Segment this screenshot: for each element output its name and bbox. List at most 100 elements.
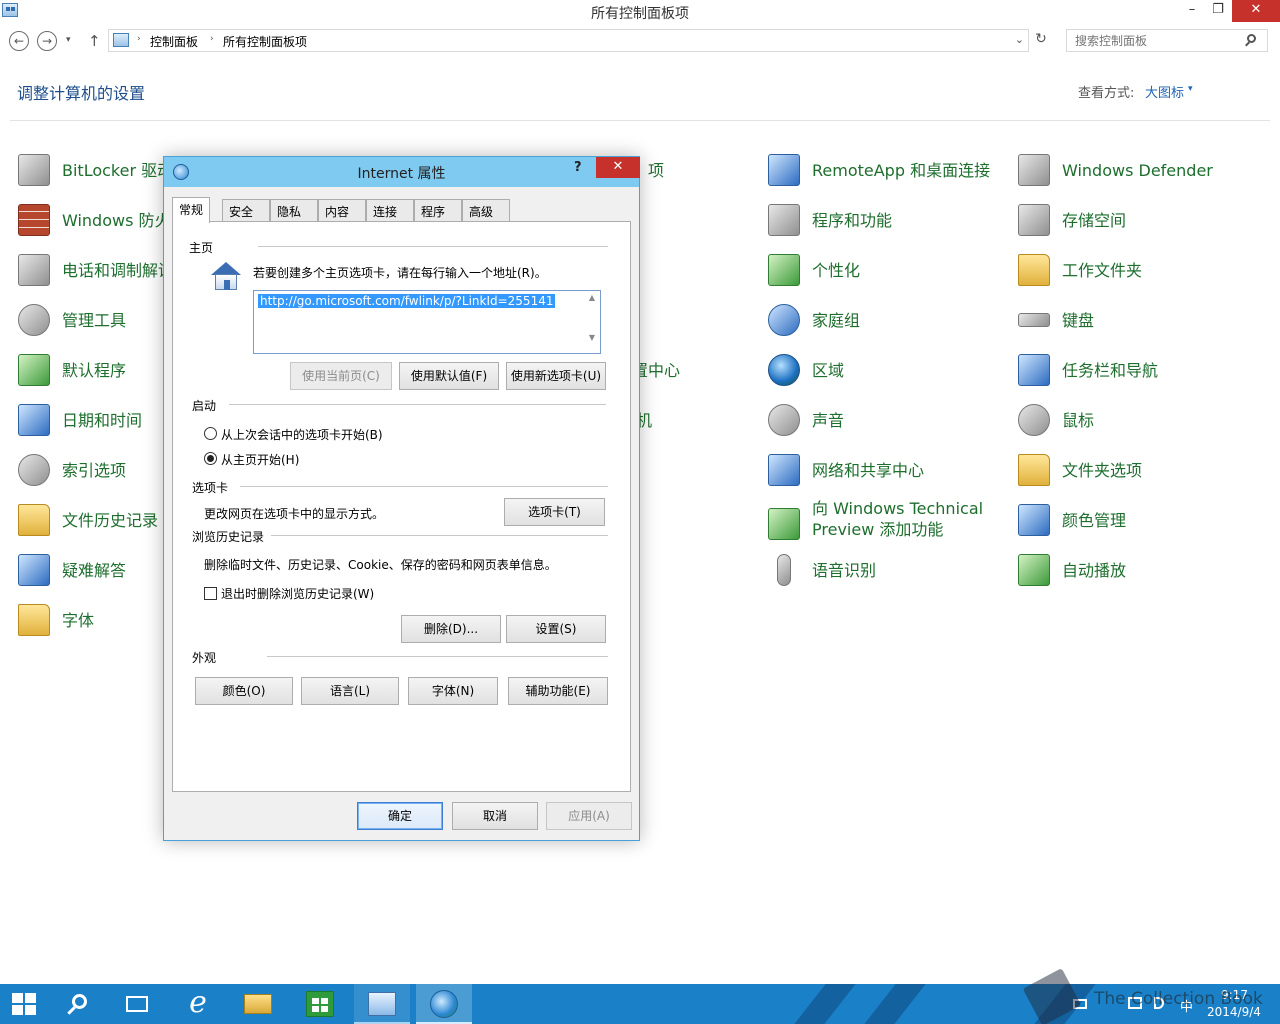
cp-item-label[interactable]: 语音识别 [812,560,876,581]
tab-advanced[interactable]: 高级 [462,199,510,221]
cp-item-label[interactable]: Preview 添加功能 [812,519,983,540]
cp-item-mouse[interactable]: 鼠标 [1018,398,1094,442]
cp-item-label[interactable]: BitLocker 驱动 [62,160,173,181]
cp-item-label[interactable]: RemoteApp 和桌面连接 [812,160,990,181]
dialog-titlebar[interactable]: Internet 属性 ? ✕ [164,157,640,187]
breadcrumb-control-panel[interactable]: 控制面板 [150,33,198,50]
fonts-button[interactable]: 字体(N) [408,677,498,705]
cp-item-label[interactable]: 文件历史记录 [62,510,158,531]
breadcrumb-all-items[interactable]: 所有控制面板项 [223,33,307,50]
up-button[interactable]: ↑ [88,32,101,50]
cp-item-label[interactable]: 日期和时间 [62,410,142,431]
cp-item-label[interactable]: Windows Defender [1062,160,1213,181]
cp-item-windows-firewall[interactable]: Windows 防火 [18,198,171,242]
maximize-button[interactable]: ❐ [1206,0,1230,22]
cp-item-work-folders[interactable]: 工作文件夹 [1018,248,1142,292]
tabs-settings-button[interactable]: 选项卡(T) [504,498,605,526]
breadcrumb-separator[interactable]: › [210,34,214,44]
cp-item-remoteapp[interactable]: RemoteApp 和桌面连接 [768,148,990,192]
cp-item-fonts[interactable]: 字体 [18,598,94,642]
taskbar-search-button[interactable] [52,984,108,1024]
back-button[interactable]: ← [9,31,29,51]
cp-item-add-features[interactable]: 向 Windows Technical Preview 添加功能 [768,498,983,548]
apply-button[interactable]: 应用(A) [546,802,632,830]
cp-item-label[interactable]: 电话和调制解调 [62,260,174,281]
task-view-button[interactable] [110,984,166,1024]
cp-item-keyboard[interactable]: 键盘 [1018,298,1094,342]
cp-item-label[interactable]: 程序和功能 [812,210,892,231]
cp-item-label[interactable]: 字体 [62,610,94,631]
cp-item-color-management[interactable]: 颜色管理 [1018,498,1126,542]
cp-item-label[interactable]: 家庭组 [812,310,860,331]
cp-item-label[interactable]: 声音 [812,410,844,431]
delete-history-button[interactable]: 删除(D)... [401,615,501,643]
cp-item-sound[interactable]: 声音 [768,398,844,442]
view-by-dropdown[interactable]: 大图标 [1145,82,1184,101]
home-page-url[interactable]: http://go.microsoft.com/fwlink/p/?LinkId… [258,294,556,308]
cp-item-default-programs[interactable]: 默认程序 [18,348,126,392]
startup-last-session-radio[interactable] [204,427,217,440]
ok-button[interactable]: 确定 [357,802,443,830]
history-settings-button[interactable]: 设置(S) [506,615,606,643]
cp-item-folder-options[interactable]: 文件夹选项 [1018,448,1142,492]
colors-button[interactable]: 颜色(O) [195,677,293,705]
cp-item-admin-tools[interactable]: 管理工具 [18,298,126,342]
accessibility-button[interactable]: 辅助功能(E) [508,677,608,705]
cp-item-troubleshooting[interactable]: 疑难解答 [18,548,126,592]
cp-item-bitlocker[interactable]: BitLocker 驱动 [18,148,173,192]
cp-item-label[interactable]: 区域 [812,360,844,381]
cp-item-region[interactable]: 区域 [768,348,844,392]
taskbar-store[interactable] [292,984,348,1024]
tab-general[interactable]: 常规 [172,197,211,223]
close-button[interactable]: ✕ [1232,0,1280,22]
use-new-tab-button[interactable]: 使用新选项卡(U) [506,362,606,390]
cp-item-label[interactable]: 索引选项 [62,460,126,481]
cp-item-phone-modem[interactable]: 电话和调制解调 [18,248,174,292]
taskbar-internet-explorer[interactable]: e [170,984,226,1024]
startup-home-page-label[interactable]: 从主页开始(H) [221,451,299,468]
home-page-url-textarea[interactable]: http://go.microsoft.com/fwlink/p/?LinkId… [253,290,601,354]
languages-button[interactable]: 语言(L) [301,677,399,705]
cancel-button[interactable]: 取消 [452,802,538,830]
cp-item-label[interactable]: 自动播放 [1062,560,1126,581]
cp-item-label[interactable]: 颜色管理 [1062,510,1126,531]
cp-item-windows-defender[interactable]: Windows Defender [1018,148,1213,192]
startup-last-session-label[interactable]: 从上次会话中的选项卡开始(B) [221,426,383,443]
cp-item-label[interactable]: 鼠标 [1062,410,1094,431]
refresh-button[interactable]: ↻ [1031,31,1051,51]
breadcrumb-separator[interactable]: › [137,34,141,44]
chevron-down-icon[interactable]: ▾ [1188,84,1193,94]
cp-item-label[interactable]: 键盘 [1062,310,1094,331]
address-dropdown-icon[interactable]: ⌄ [1015,33,1024,46]
cp-item-file-history[interactable]: 文件历史记录 [18,498,158,542]
tab-security[interactable]: 安全 [222,199,270,221]
cp-item-storage-spaces[interactable]: 存储空间 [1018,198,1126,242]
cp-item-homegroup[interactable]: 家庭组 [768,298,860,342]
tab-programs[interactable]: 程序 [414,199,462,221]
tab-privacy[interactable]: 隐私 [270,199,318,221]
taskbar-internet-properties[interactable] [416,984,472,1024]
startup-home-page-radio[interactable] [204,452,217,465]
start-button[interactable] [0,984,56,1024]
cp-item-speech[interactable]: 语音识别 [768,548,876,592]
search-input[interactable] [1066,29,1268,52]
cp-item-label[interactable]: 个性化 [812,260,860,281]
taskbar-control-panel[interactable] [354,984,410,1024]
cp-item-label[interactable]: 疑难解答 [62,560,126,581]
scroll-up-icon[interactable]: ▲ [586,293,598,303]
tab-content[interactable]: 内容 [318,199,366,221]
help-button[interactable]: ? [574,160,582,175]
minimize-button[interactable]: – [1180,0,1204,22]
address-bar[interactable]: › 控制面板 › 所有控制面板项 ⌄ [108,29,1029,52]
cp-item-autoplay[interactable]: 自动播放 [1018,548,1126,592]
tab-connections[interactable]: 连接 [366,199,414,221]
scroll-down-icon[interactable]: ▼ [586,333,598,343]
recent-locations-dropdown[interactable]: ▾ [66,35,71,45]
use-default-button[interactable]: 使用默认值(F) [399,362,499,390]
url-scrollbar[interactable]: ▲ ▼ [586,293,598,343]
cp-item-label[interactable]: 项 [648,160,664,181]
cp-item-label[interactable]: 文件夹选项 [1062,460,1142,481]
dialog-close-button[interactable]: ✕ [596,157,640,178]
search-icon[interactable] [1247,34,1256,43]
cp-item-label[interactable]: 网络和共享中心 [812,460,924,481]
